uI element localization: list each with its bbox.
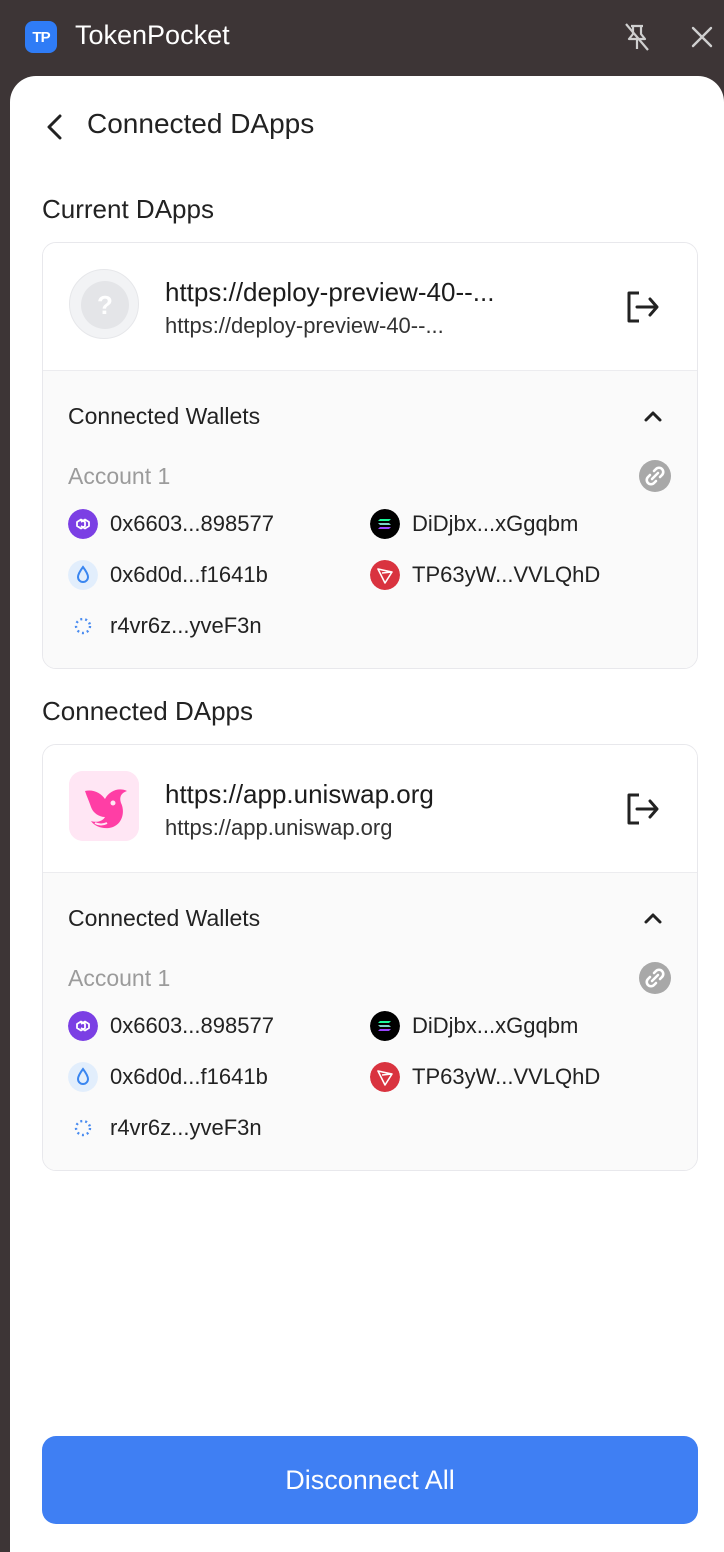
polygon-icon [68,509,98,539]
connected-wallets-panel: Connected Wallets Account 1 0x6603...898… [43,872,697,1170]
wallet-address-polygon[interactable]: 0x6603...898577 [68,1011,348,1043]
dapp-url: https://app.uniswap.org [165,815,393,840]
dapp-name: https://app.uniswap.org [165,779,434,809]
wallet-address-text: r4vr6z...yveF3n [110,1115,262,1140]
wallet-address-text: r4vr6z...yveF3n [110,613,262,638]
wallet-address-text: 0x6d0d...f1641b [110,562,268,587]
solana-icon [370,1011,400,1041]
unlink-icon[interactable] [639,460,671,492]
wallet-address-text: TP63yW...VVLQhD [412,1064,601,1089]
dapp-card-current: ? https://deploy-preview-40--... https:/… [42,242,698,669]
wallet-address-text: DiDjbx...xGgqbm [412,1013,579,1038]
disconnect-dapp-icon[interactable] [623,287,663,327]
tron-icon [370,1062,400,1092]
dotted-circle-icon [74,617,92,635]
disconnect-all-button[interactable]: Disconnect All [42,1436,698,1524]
unknown-dapp-icon: ? [69,269,139,339]
wallet-address-text: 0x6d0d...f1641b [110,1064,268,1089]
main-panel: Connected DApps Current DApps ? https://… [10,76,724,1552]
account-label: Account 1 [68,965,171,991]
wallet-address-text: DiDjbx...xGgqbm [412,511,579,536]
wallet-address-text: 0x6603...898577 [110,511,274,536]
wallet-address-eth-drop[interactable]: 0x6d0d...f1641b [68,560,348,592]
dapp-row: ? https://deploy-preview-40--... https:/… [43,243,697,371]
solana-icon [370,509,400,539]
wallet-address-ripple[interactable]: r4vr6z...yveF3n [68,611,348,643]
disconnect-dapp-icon[interactable] [623,789,663,829]
connected-wallets-title: Connected Wallets [68,905,261,931]
connected-wallets-title: Connected Wallets [68,403,261,429]
wallet-address-solana[interactable]: DiDjbx...xGgqbm [370,1011,670,1043]
wallet-address-eth-drop[interactable]: 0x6d0d...f1641b [68,1062,348,1094]
section-title-current-dapps: Current DApps [42,194,214,224]
dapp-row: https://app.uniswap.org https://app.unis… [43,745,697,873]
dapp-name: https://deploy-preview-40--... [165,277,495,307]
page-header: Connected DApps [10,76,724,176]
wallet-address-solana[interactable]: DiDjbx...xGgqbm [370,509,670,541]
water-drop-icon [68,560,98,590]
uniswap-icon [69,771,139,841]
unpin-icon[interactable] [620,20,654,54]
window-titlebar: TP TokenPocket [0,0,724,76]
wallet-address-text: 0x6603...898577 [110,1013,274,1038]
account-label: Account 1 [68,463,171,489]
chevron-up-icon[interactable] [641,404,665,428]
unlink-icon[interactable] [639,962,671,994]
water-drop-icon [68,1062,98,1092]
wallet-address-text: TP63yW...VVLQhD [412,562,601,587]
tokenpocket-logo-icon: TP [25,21,57,53]
dotted-circle-icon [74,1119,92,1137]
app-title: TokenPocket [75,20,230,50]
wallet-address-tron[interactable]: TP63yW...VVLQhD [370,1062,670,1094]
dapp-card-uniswap: https://app.uniswap.org https://app.unis… [42,744,698,1171]
tron-icon [370,560,400,590]
section-title-connected-dapps: Connected DApps [42,696,254,726]
dapp-url: https://deploy-preview-40--... [165,313,444,338]
chevron-up-icon[interactable] [641,906,665,930]
connected-wallets-panel: Connected Wallets Account 1 0x6603...898… [43,370,697,668]
svg-text:?: ? [97,290,113,320]
wallet-address-polygon[interactable]: 0x6603...898577 [68,509,348,541]
wallet-address-ripple[interactable]: r4vr6z...yveF3n [68,1113,348,1145]
close-icon[interactable] [685,20,719,54]
page-title: Connected DApps [87,108,315,139]
wallet-address-tron[interactable]: TP63yW...VVLQhD [370,560,670,592]
back-arrow-icon[interactable] [40,110,70,144]
polygon-icon [68,1011,98,1041]
